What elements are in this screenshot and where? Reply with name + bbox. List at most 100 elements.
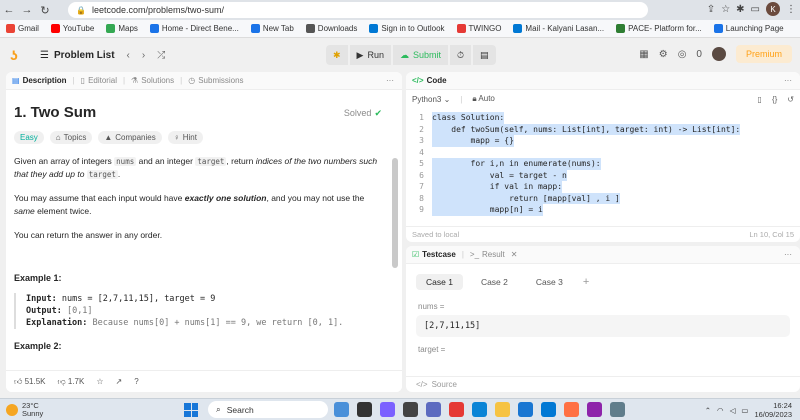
share-icon[interactable]: ↗ — [116, 377, 123, 386]
taskbar-search[interactable]: ⌕ Search — [208, 401, 328, 418]
dislike-button[interactable]: 👎︎ 1.7K — [58, 377, 85, 387]
autocomplete-toggle[interactable]: 🔒︎ Auto — [472, 94, 495, 104]
run-button[interactable]: ▶ Run — [349, 45, 391, 65]
tab-code[interactable]: </> Code — [412, 76, 447, 85]
fire-icon[interactable]: ◎ — [678, 49, 687, 60]
code-line[interactable]: 2 def twoSum(self, nums: List[int], targ… — [406, 123, 800, 135]
back-arrow-icon[interactable]: ← — [0, 2, 18, 18]
code-line[interactable]: 5 for i,n in enumerate(nums): — [406, 158, 800, 170]
prev-problem-icon[interactable]: ‹ — [127, 50, 130, 61]
windows-start-icon[interactable] — [184, 403, 198, 417]
bookmark-item[interactable]: Home - Direct Bene... — [149, 24, 239, 33]
source-button[interactable]: </> Source — [406, 376, 800, 392]
app-icon[interactable] — [403, 402, 418, 417]
favorite-star-icon[interactable]: ☆ — [96, 377, 103, 386]
layout-icon[interactable]: ▦ — [639, 49, 648, 60]
bookmark-item[interactable]: YouTube — [50, 24, 94, 33]
language-select[interactable]: Python3 ⌄ — [412, 95, 450, 104]
tab-editorial[interactable]: ▯ Editorial — [81, 76, 117, 85]
bookmark-item[interactable]: Gmail — [6, 24, 39, 33]
sidepanel-icon[interactable]: ▭ — [751, 4, 760, 15]
share-icon[interactable]: ⇪ — [707, 4, 715, 15]
extensions-icon[interactable]: ✱ — [736, 4, 744, 15]
case-tab-2[interactable]: Case 2 — [471, 274, 518, 290]
file-explorer-icon[interactable] — [495, 402, 510, 417]
user-avatar[interactable] — [711, 47, 726, 61]
bookmark-item[interactable]: New Tab — [250, 24, 294, 33]
braces-icon[interactable]: {} — [772, 95, 777, 104]
tab-testcase[interactable]: ☑ Testcase — [412, 250, 456, 259]
wifi-icon[interactable]: ◠ — [717, 406, 724, 415]
code-line[interactable]: 1 class Solution: — [406, 112, 800, 124]
code-line[interactable]: 6 val = target - n — [406, 169, 800, 181]
case-tab-3[interactable]: Case 3 — [526, 274, 573, 290]
more-icon[interactable]: ··· — [784, 76, 792, 85]
bookmark-item[interactable]: Maps — [106, 24, 138, 33]
more-icon[interactable]: ··· — [784, 250, 792, 259]
battery-icon[interactable]: ▭ — [741, 406, 748, 415]
forward-arrow-icon[interactable]: → — [18, 2, 36, 18]
star-icon[interactable]: ☆ — [721, 4, 730, 15]
bookmark-item[interactable]: Launching Page — [713, 24, 784, 33]
profile-avatar[interactable]: K — [766, 2, 780, 16]
bing-icon[interactable] — [334, 402, 349, 417]
clock[interactable]: 16:24 16/09/2023 — [754, 401, 792, 419]
address-bar[interactable]: 🔒 leetcode.com/problems/two-sum/ — [68, 2, 648, 18]
debug-button[interactable]: ✱ — [326, 45, 348, 65]
shuffle-icon[interactable]: ⤮ — [157, 50, 165, 61]
code-line[interactable]: 9 mapp[n] = i — [406, 204, 800, 216]
tab-solutions[interactable]: ⚗ Solutions — [131, 76, 174, 85]
code-line[interactable]: 7 if val in mapp: — [406, 181, 800, 193]
companies-tag[interactable]: ▲ Companies — [98, 131, 162, 144]
code-line[interactable]: 3 mapp = {} — [406, 135, 800, 147]
bookmark-icon[interactable]: ▯ — [758, 95, 762, 104]
next-problem-icon[interactable]: › — [142, 50, 145, 61]
reload-icon[interactable]: ↻ — [36, 2, 54, 18]
help-icon[interactable]: ? — [134, 377, 138, 386]
scrollbar[interactable] — [392, 158, 398, 268]
timer-button[interactable]: ⏱ — [450, 45, 472, 65]
teams-icon[interactable] — [380, 402, 395, 417]
meet-icon[interactable] — [426, 402, 441, 417]
bookmark-item[interactable]: Sign in to Outlook — [369, 24, 445, 33]
premium-button[interactable]: Premium — [735, 45, 792, 63]
more-icon[interactable]: ··· — [386, 76, 394, 85]
topics-tag[interactable]: ⌂ Topics — [49, 131, 93, 144]
code-editor[interactable]: 1 class Solution: 2 def twoSum(self, nums:… — [406, 108, 800, 216]
task-view-icon[interactable] — [357, 402, 372, 417]
menu-dots-icon[interactable]: ⋮ — [786, 4, 796, 15]
code-line[interactable]: 4 — [406, 147, 800, 159]
settings-icon[interactable]: ⚙ — [659, 49, 668, 60]
add-case-icon[interactable]: + — [583, 276, 589, 288]
firefox-icon[interactable] — [564, 402, 579, 417]
code-line[interactable]: 8 return [mapp[val] , i ] — [406, 192, 800, 204]
bookmark-item[interactable]: Downloads — [305, 24, 357, 33]
speaker-icon[interactable]: ◁ — [730, 406, 736, 415]
chevron-up-icon[interactable]: ⌃ — [705, 406, 711, 415]
mail-icon[interactable] — [541, 402, 556, 417]
case-tab-1[interactable]: Case 1 — [416, 274, 463, 290]
problem-list-button[interactable]: ☰ Problem List — [40, 50, 115, 61]
bookmark-item[interactable]: PACE- Platform for... — [616, 24, 702, 33]
weather-widget[interactable]: 23°C Sunny — [6, 401, 43, 418]
settings-icon[interactable] — [610, 402, 625, 417]
like-button[interactable]: 👍︎ 51.5K — [14, 377, 46, 387]
notes-button[interactable]: ▤ — [473, 45, 496, 65]
store-icon[interactable] — [518, 402, 533, 417]
dislikes-count: 1.7K — [67, 376, 85, 386]
tab-submissions[interactable]: ◷ Submissions — [188, 76, 243, 85]
chrome-icon[interactable] — [449, 402, 464, 417]
submit-button[interactable]: ☁ Submit — [392, 45, 448, 65]
tab-description[interactable]: ▤ Description — [12, 76, 67, 85]
messenger-icon[interactable] — [587, 402, 602, 417]
reset-icon[interactable]: ↺ — [787, 95, 794, 104]
bookmark-item[interactable]: TWINGO — [456, 24, 501, 33]
bookmark-item[interactable]: Mail - Kalyani Lasan... — [513, 24, 604, 33]
tab-result[interactable]: >_ Result ✕ — [470, 250, 518, 259]
submit-label: Submit — [412, 50, 441, 60]
close-icon[interactable]: ✕ — [511, 250, 518, 259]
edge-icon[interactable] — [472, 402, 487, 417]
leetcode-logo-icon[interactable]: ʖ — [10, 47, 26, 63]
hint-tag[interactable]: ♀ Hint — [167, 131, 203, 144]
nums-input[interactable]: [2,7,11,15] — [416, 315, 790, 337]
